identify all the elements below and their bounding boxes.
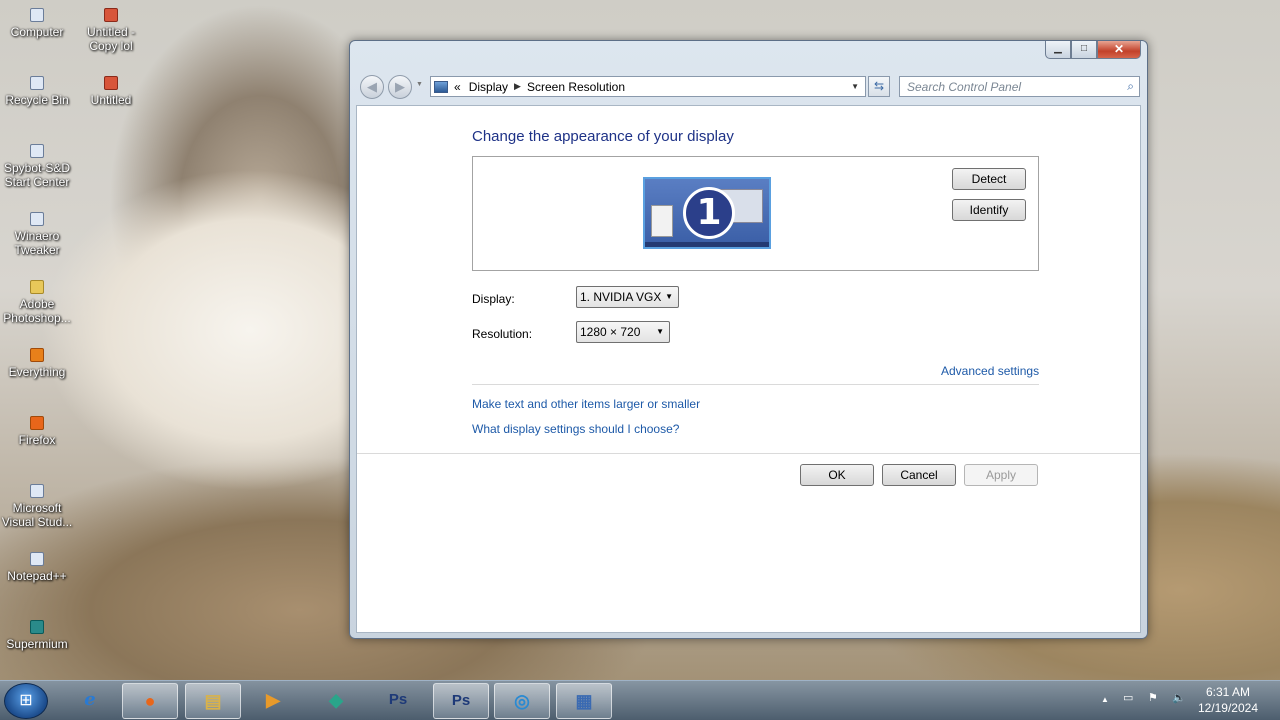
- desktop-icon-label: Recycle Bin: [5, 93, 69, 107]
- detect-button[interactable]: Detect: [952, 168, 1026, 190]
- minimize-button[interactable]: ▁: [1045, 41, 1071, 59]
- divider: [472, 384, 1039, 385]
- taskbar: ⊞ e ● ▤ ▶ ◆ Ps Ps ◎ ▦ ▲ ▭ ⚑ 🔈 6:31 AM 12…: [0, 680, 1280, 720]
- desktop-icon-everything[interactable]: Everything: [1, 348, 73, 379]
- taskbar-file-explorer[interactable]: ▤: [185, 683, 241, 719]
- taskbar-media-player[interactable]: ▶: [245, 683, 301, 719]
- taskbar-control-panel[interactable]: ▦: [556, 683, 612, 719]
- breadcrumb-separator-icon[interactable]: ▶: [514, 81, 521, 92]
- display-select-value: 1. NVIDIA VGX: [580, 290, 662, 304]
- spybot-icon: [30, 144, 44, 158]
- resolution-select[interactable]: 1280 × 720 ▼: [576, 321, 670, 343]
- screen-resolution-window: ▁ □ ✕ ◀ ▶ ▼ « Display ▶ Screen Resolutio…: [349, 40, 1148, 639]
- everything-icon: [30, 348, 44, 362]
- desktop-icon-label: Winaero Tweaker: [14, 229, 60, 257]
- recycle-bin-icon: [30, 76, 44, 90]
- network-icon[interactable]: ▭: [1123, 691, 1133, 704]
- control-panel-icon: [434, 80, 448, 93]
- winaero-icon: [30, 212, 44, 226]
- caption-buttons: ▁ □ ✕: [1045, 41, 1141, 59]
- visual-studio-icon: [30, 484, 44, 498]
- desktop-icon-untitled[interactable]: Untitled: [75, 76, 147, 107]
- action-center-flag-icon[interactable]: ⚑: [1148, 691, 1158, 704]
- clock-time: 6:31 AM: [1205, 685, 1250, 699]
- monitor-arrangement-panel: 1 Detect Identify: [472, 156, 1039, 271]
- display-label: Display:: [472, 292, 515, 306]
- chevron-down-icon: ▼: [656, 327, 664, 336]
- desktop-icon-label: Microsoft Visual Stud...: [1, 501, 73, 529]
- notepad-icon: [30, 552, 44, 566]
- page-title: Change the appearance of your display: [472, 128, 734, 145]
- display-select[interactable]: 1. NVIDIA VGX ▼: [576, 286, 679, 308]
- recent-pages-dropdown[interactable]: ▼: [416, 81, 423, 88]
- desktop-icon-photoshop[interactable]: Adobe Photoshop...: [1, 280, 73, 325]
- forward-button[interactable]: ▶: [388, 75, 412, 99]
- start-button[interactable]: ⊞: [4, 683, 48, 719]
- image-file-icon: [104, 76, 118, 90]
- desktop-icon-label: Untitled: [90, 93, 132, 107]
- cancel-button[interactable]: Cancel: [882, 464, 956, 486]
- show-hidden-icons-icon[interactable]: ▲: [1101, 695, 1109, 704]
- desktop-icon-notepadpp[interactable]: Notepad++: [1, 552, 73, 583]
- search-input[interactable]: Search Control Panel ⌕: [899, 76, 1140, 97]
- close-button[interactable]: ✕: [1097, 41, 1141, 59]
- desktop-icon-spybot[interactable]: Spybot-S&D Start Center: [1, 144, 73, 189]
- taskbar-firefox[interactable]: ●: [122, 683, 178, 719]
- volume-muted-icon[interactable]: 🔈: [1172, 691, 1186, 704]
- advanced-settings-link[interactable]: Advanced settings: [941, 364, 1039, 378]
- desktop-icon-label: Notepad++: [7, 569, 67, 583]
- desktop-icon-label: Supermium: [6, 637, 68, 651]
- display-settings-help-link[interactable]: What display settings should I choose?: [472, 422, 679, 436]
- breadcrumb-screen-resolution[interactable]: Screen Resolution: [527, 80, 625, 94]
- computer-icon: [30, 8, 44, 22]
- system-clock[interactable]: 6:31 AM 12/19/2024: [1198, 684, 1258, 716]
- identify-button[interactable]: Identify: [952, 199, 1026, 221]
- supermium-icon: [30, 620, 44, 634]
- ok-button[interactable]: OK: [800, 464, 874, 486]
- taskbar-internet-explorer[interactable]: e: [62, 683, 118, 719]
- search-icon[interactable]: ⌕: [1127, 79, 1134, 94]
- apply-button: Apply: [964, 464, 1038, 486]
- taskbar-supermium[interactable]: ◎: [494, 683, 550, 719]
- address-bar[interactable]: « Display ▶ Screen Resolution ▼: [430, 76, 866, 97]
- text-size-link[interactable]: Make text and other items larger or smal…: [472, 397, 700, 411]
- desktop-icon-label: Firefox: [18, 433, 56, 447]
- desktop-icon-recycle-bin[interactable]: Recycle Bin: [1, 76, 73, 107]
- content-pane: Change the appearance of your display 1 …: [356, 105, 1141, 633]
- desktop-icon-label: Spybot-S&D Start Center: [3, 161, 71, 189]
- taskbar-app-teal[interactable]: ◆: [308, 683, 364, 719]
- desktop-icon-computer[interactable]: Computer: [1, 8, 73, 39]
- back-button[interactable]: ◀: [360, 75, 384, 99]
- resolution-select-value: 1280 × 720: [580, 325, 641, 339]
- image-file-icon: [104, 8, 118, 22]
- firefox-icon: [30, 416, 44, 430]
- desktop-icon-supermium[interactable]: Supermium: [1, 620, 73, 651]
- taskbar-photoshop-admin[interactable]: Ps: [370, 683, 426, 719]
- desktop-icon-firefox[interactable]: Firefox: [1, 416, 73, 447]
- desktop-icon-label: Adobe Photoshop...: [3, 297, 71, 325]
- breadcrumb-overflow[interactable]: «: [454, 80, 461, 94]
- divider: [357, 453, 1140, 454]
- resolution-label: Resolution:: [472, 327, 533, 341]
- breadcrumb-display[interactable]: Display: [469, 80, 508, 94]
- desktop-icon-label: Untitled - Copy lol: [86, 25, 136, 53]
- desktop-icon-label: Computer: [10, 25, 64, 39]
- desktop-icon-winaero[interactable]: Winaero Tweaker: [1, 212, 73, 257]
- folder-icon: [30, 280, 44, 294]
- monitor-1-icon[interactable]: 1: [643, 177, 771, 249]
- chevron-down-icon: ▼: [665, 292, 673, 301]
- address-dropdown-icon[interactable]: ▼: [851, 82, 859, 91]
- clock-date: 12/19/2024: [1197, 701, 1258, 715]
- desktop-icon-label: Everything: [8, 365, 66, 379]
- search-placeholder: Search Control Panel: [907, 79, 1022, 94]
- refresh-button[interactable]: ⇆: [868, 76, 890, 97]
- desktop-icon-untitled-copy[interactable]: Untitled - Copy lol: [75, 8, 147, 53]
- maximize-button[interactable]: □: [1071, 41, 1097, 59]
- taskbar-photoshop[interactable]: Ps: [433, 683, 489, 719]
- monitor-number: 1: [683, 187, 735, 239]
- desktop-icon-visual-studio[interactable]: Microsoft Visual Stud...: [1, 484, 73, 529]
